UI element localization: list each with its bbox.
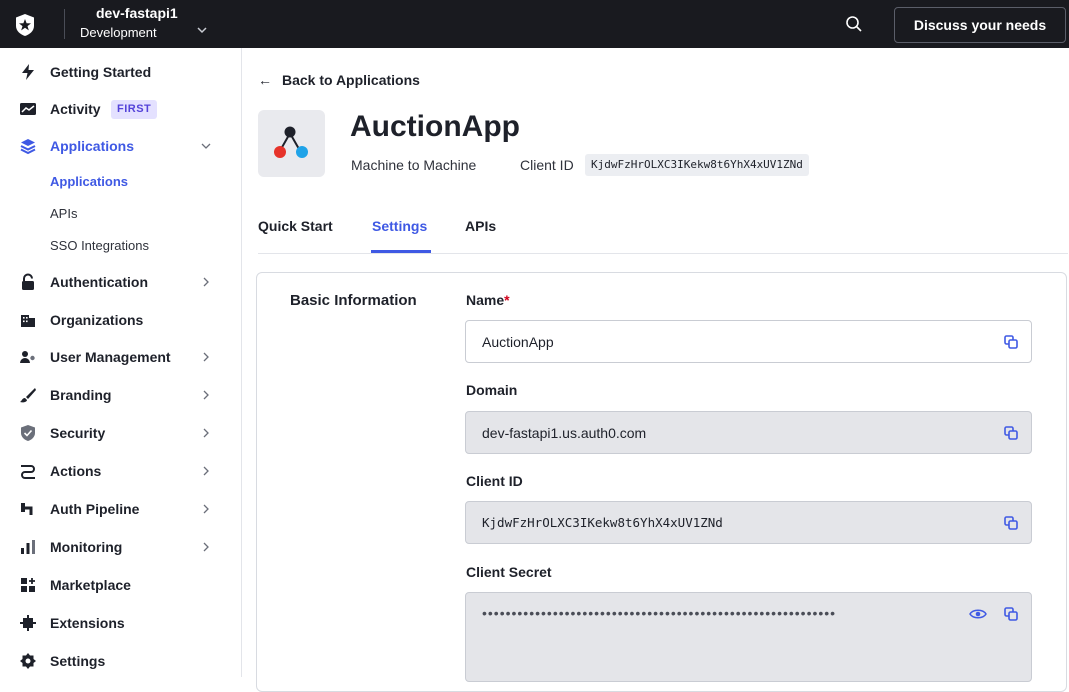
subitem-sso-integrations[interactable]: SSO Integrations (50, 238, 149, 253)
active-tab-indicator (371, 250, 431, 253)
client-secret-value: ••••••••••••••••••••••••••••••••••••••••… (482, 605, 837, 621)
sidebar: Getting Started Activity FIRST Applicati… (0, 48, 242, 677)
chevron-right-icon (203, 352, 209, 362)
tenant-name: dev-fastapi1 (96, 5, 178, 21)
users-icon (20, 351, 35, 363)
sidebar-item-label: Branding (50, 387, 112, 403)
sidebar-item-auth-pipeline[interactable]: Auth Pipeline (0, 492, 241, 526)
client-secret-label: Client Secret (466, 564, 552, 580)
sidebar-item-label: User Management (50, 349, 171, 365)
section-title: Basic Information (290, 292, 417, 309)
app-avatar (258, 110, 325, 177)
sidebar-item-branding[interactable]: Branding (0, 378, 241, 412)
client-id-chip[interactable]: KjdwFzHrOLXC3IKekw8t6YhX4xUV1ZNd (585, 154, 809, 176)
sidebar-item-label: Activity (50, 101, 101, 117)
puzzle-icon (20, 615, 36, 631)
eye-icon[interactable] (969, 605, 987, 623)
chevron-right-icon (203, 466, 209, 476)
gear-icon (20, 653, 36, 669)
pipeline-icon (21, 503, 33, 515)
top-bar: dev-fastapi1 Development Discuss your ne… (0, 0, 1069, 48)
client-id-field-label: Client ID (466, 473, 523, 489)
sidebar-item-label: Actions (50, 463, 102, 479)
copy-icon[interactable] (1003, 425, 1019, 441)
sidebar-item-label: Authentication (50, 274, 148, 290)
copy-icon[interactable] (1003, 334, 1019, 350)
client-id-value: KjdwFzHrOLXC3IKekw8t6YhX4xUV1ZNd (482, 515, 723, 530)
tenant-environment: Development (80, 25, 157, 40)
sidebar-item-label: Applications (50, 138, 135, 154)
lock-icon (22, 273, 34, 290)
sidebar-item-getting-started[interactable]: Getting Started (0, 55, 241, 89)
client-id-field[interactable]: KjdwFzHrOLXC3IKekw8t6YhX4xUV1ZNd (465, 501, 1032, 544)
tab-settings[interactable]: Settings (372, 218, 427, 234)
activity-chart-icon (20, 103, 36, 115)
sidebar-item-label: Getting Started (50, 64, 152, 80)
sidebar-item-label: Settings (50, 653, 106, 669)
chevron-right-icon (203, 277, 209, 287)
chevron-right-icon (203, 504, 209, 514)
chevron-down-icon (201, 143, 211, 149)
tab-quick-start[interactable]: Quick Start (258, 218, 333, 234)
sidebar-item-label: Organizations (50, 312, 144, 328)
sidebar-item-organizations[interactable]: Organizations (0, 303, 241, 337)
sidebar-item-applications[interactable]: Applications (0, 129, 241, 163)
sidebar-item-label: Auth Pipeline (50, 501, 140, 517)
domain-label: Domain (466, 382, 518, 398)
chevron-down-icon[interactable] (196, 24, 208, 36)
sidebar-item-label: Security (50, 425, 106, 441)
tenant-selector[interactable]: dev-fastapi1 Development (80, 4, 178, 42)
shield-icon (21, 425, 35, 441)
bar-chart-icon (21, 540, 35, 554)
back-link-label: Back to Applications (282, 72, 420, 88)
chevron-right-icon (203, 390, 209, 400)
sidebar-item-activity[interactable]: Activity FIRST (0, 92, 241, 126)
auth0-logo-icon[interactable] (13, 13, 37, 37)
name-label-text: Name (466, 292, 505, 308)
lightning-icon (22, 64, 34, 80)
name-value: AuctionApp (482, 333, 554, 350)
sidebar-item-label: Monitoring (50, 539, 123, 555)
name-label: Name* (466, 292, 510, 308)
copy-icon[interactable] (1003, 515, 1019, 531)
copy-icon[interactable] (1003, 606, 1019, 622)
brush-icon (20, 388, 36, 403)
sidebar-item-settings[interactable]: Settings (0, 644, 241, 678)
tab-bar: Quick Start Settings APIs (258, 216, 1068, 254)
layers-icon (20, 139, 36, 155)
chevron-right-icon (203, 428, 209, 438)
sidebar-item-security[interactable]: Security (0, 416, 241, 450)
client-secret-field[interactable]: ••••••••••••••••••••••••••••••••••••••••… (465, 592, 1032, 682)
machine-to-machine-icon (274, 126, 308, 158)
sidebar-item-marketplace[interactable]: Marketplace (0, 568, 241, 602)
domain-field[interactable]: dev-fastapi1.us.auth0.com (465, 411, 1032, 454)
subitem-applications[interactable]: Applications (50, 174, 128, 189)
search-icon[interactable] (843, 13, 865, 35)
first-badge: FIRST (111, 99, 158, 119)
name-input[interactable]: AuctionApp (465, 320, 1032, 363)
subitem-apis[interactable]: APIs (50, 206, 77, 221)
client-id-label: Client ID (520, 157, 574, 173)
chevron-right-icon (203, 542, 209, 552)
sidebar-item-user-management[interactable]: User Management (0, 340, 241, 374)
required-mark: * (504, 292, 510, 308)
marketplace-icon (21, 578, 35, 592)
sidebar-item-extensions[interactable]: Extensions (0, 606, 241, 640)
discuss-needs-button[interactable]: Discuss your needs (894, 7, 1066, 43)
sidebar-item-monitoring[interactable]: Monitoring (0, 530, 241, 564)
tab-apis[interactable]: APIs (465, 218, 496, 234)
arrow-left-icon: ← (258, 72, 272, 88)
domain-value: dev-fastapi1.us.auth0.com (482, 424, 647, 441)
sidebar-item-label: Extensions (50, 615, 125, 631)
app-type: Machine to Machine (351, 157, 477, 173)
sidebar-item-actions[interactable]: Actions (0, 454, 241, 488)
topbar-divider (64, 9, 65, 39)
sidebar-item-label: Marketplace (50, 577, 131, 593)
sidebar-item-authentication[interactable]: Authentication (0, 265, 241, 299)
actions-icon (21, 465, 35, 479)
building-icon (21, 315, 35, 327)
back-to-applications-link[interactable]: ← Back to Applications (258, 72, 420, 88)
app-title: AuctionApp (350, 110, 520, 143)
